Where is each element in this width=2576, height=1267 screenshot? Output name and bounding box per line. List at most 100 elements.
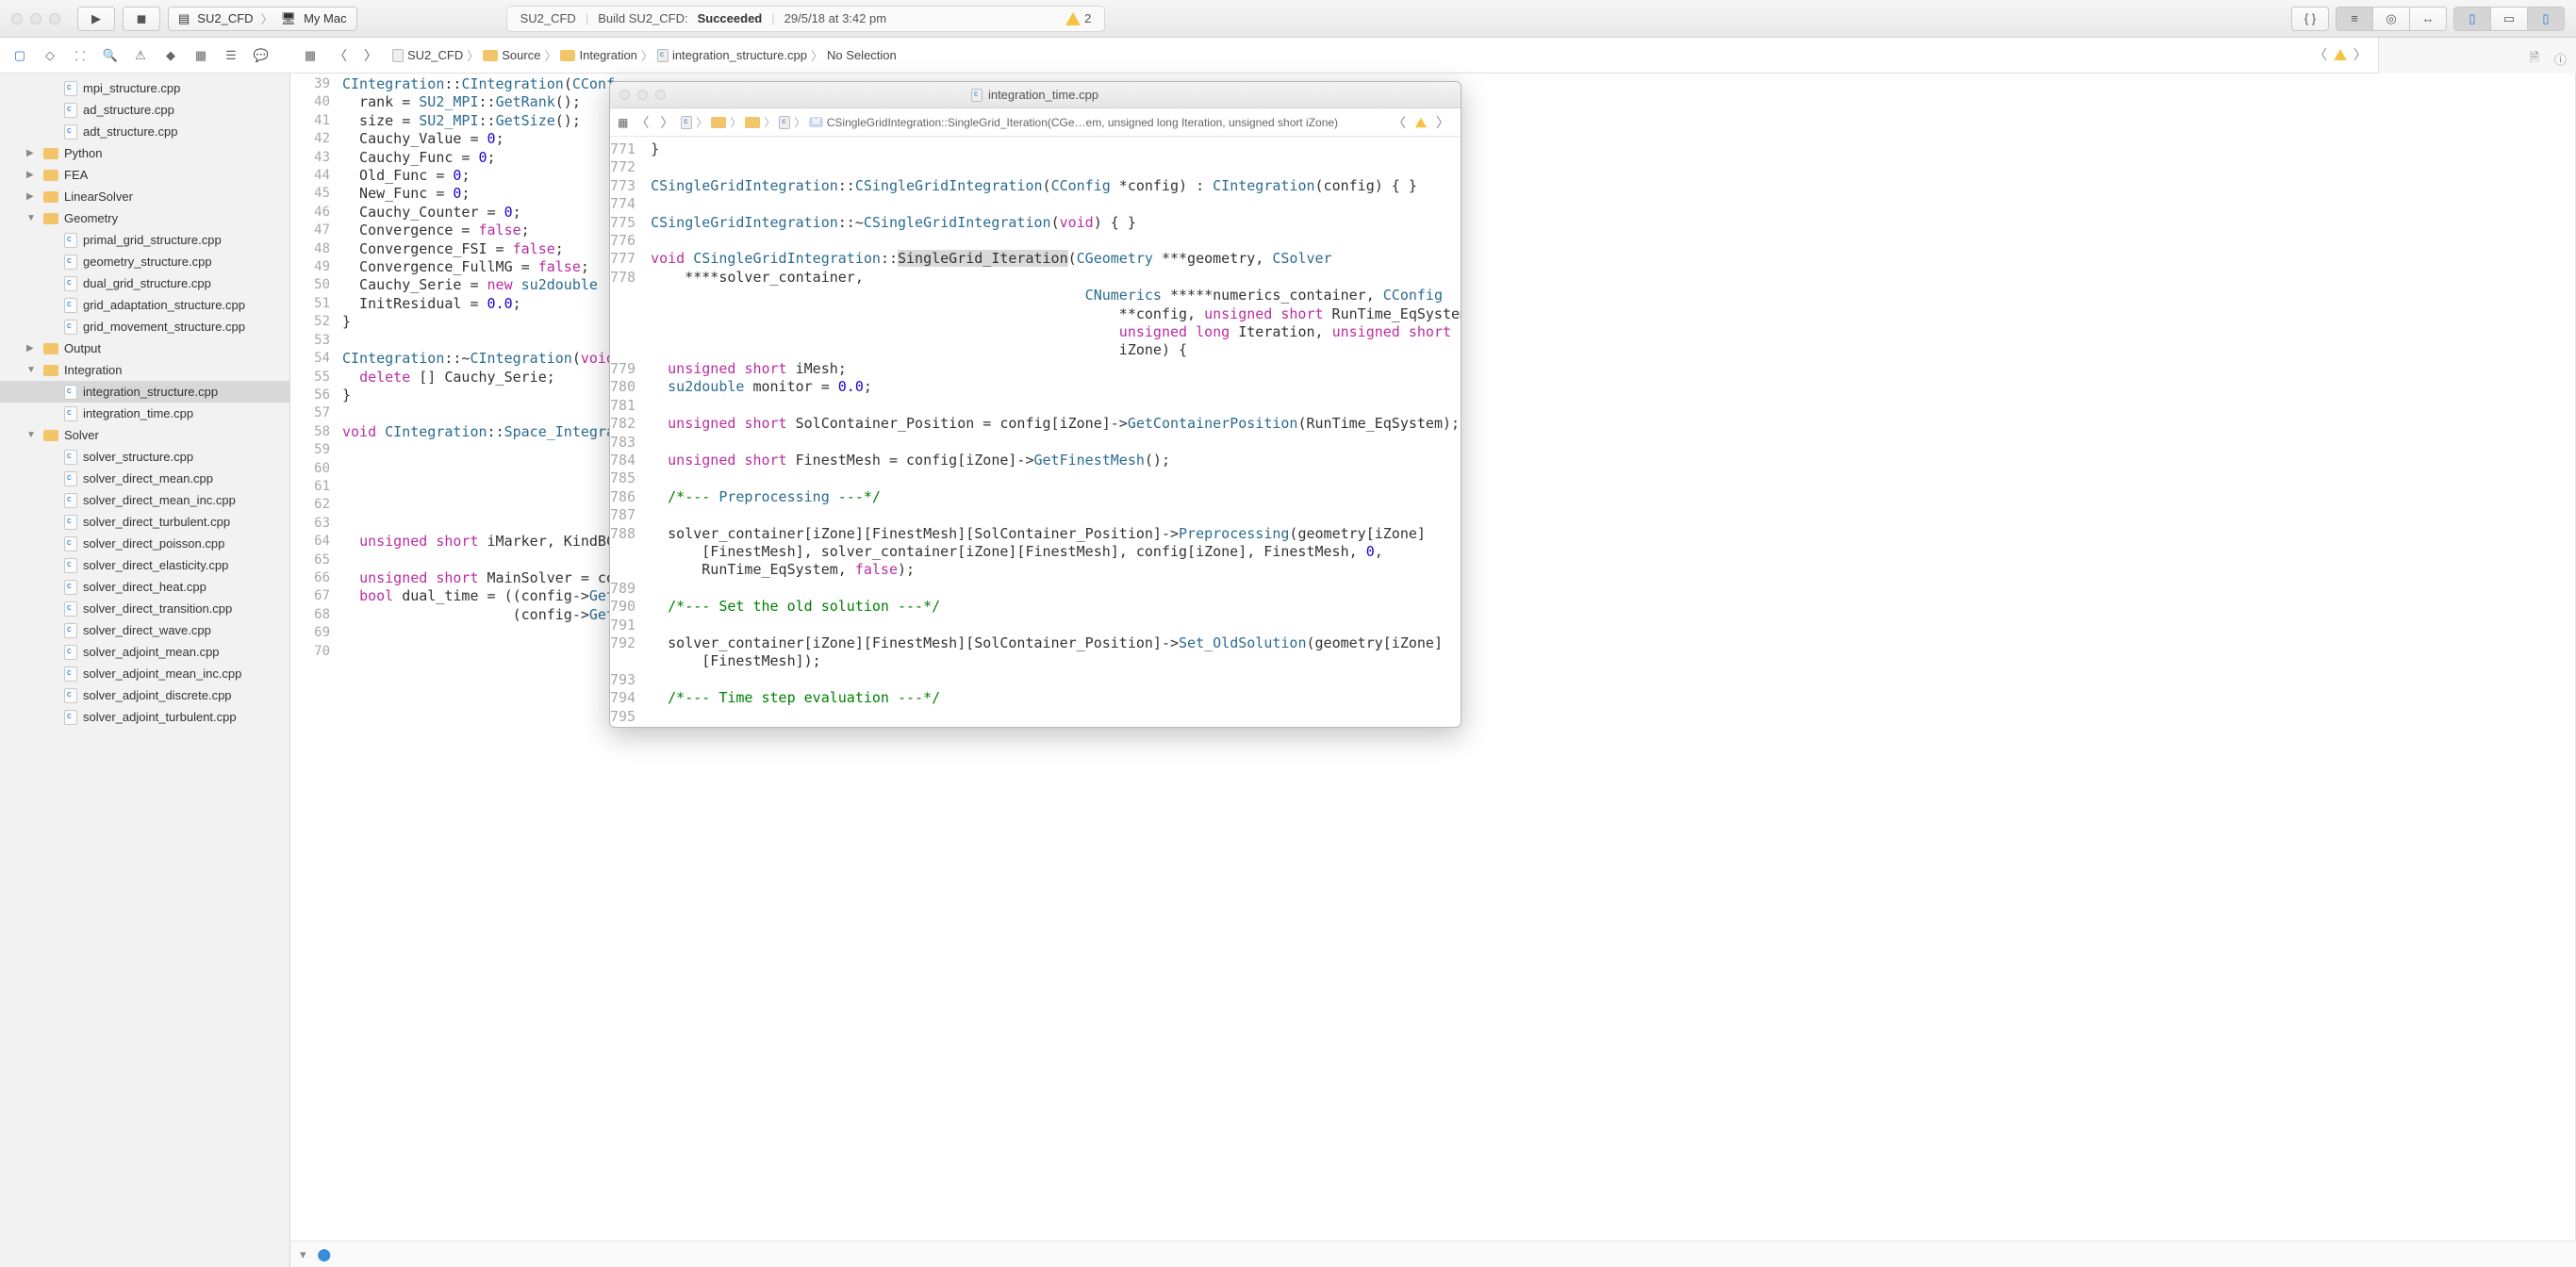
item-label: solver_adjoint_discrete.cpp	[83, 688, 232, 702]
file-row[interactable]: ad_structure.cpp	[0, 99, 289, 121]
item-label: integration_structure.cpp	[83, 385, 218, 399]
disclosure-triangle[interactable]: ▶	[26, 148, 36, 158]
file-row[interactable]: solver_direct_turbulent.cpp	[0, 511, 289, 533]
disclosure-triangle[interactable]: ▶	[26, 191, 36, 202]
related-items-icon[interactable]: ▦	[618, 116, 628, 129]
file-row[interactable]: dual_grid_structure.cpp	[0, 272, 289, 294]
folder-row[interactable]: ▶Output	[0, 337, 289, 359]
source-control-nav-icon[interactable]: ◇	[38, 43, 62, 68]
item-label: ad_structure.cpp	[83, 103, 174, 117]
filter-icon[interactable]: ▾	[300, 1247, 306, 1262]
file-icon	[64, 710, 77, 725]
file-row[interactable]: adt_structure.cpp	[0, 121, 289, 142]
warning-icon[interactable]	[2334, 49, 2347, 60]
report-nav-icon[interactable]: 💬	[249, 43, 273, 68]
file-row[interactable]: geometry_structure.cpp	[0, 251, 289, 272]
toggle-inspector-button[interactable]: ▯	[2527, 7, 2565, 31]
toggle-debug-button[interactable]: ▭	[2490, 7, 2528, 31]
folder-row[interactable]: ▼Integration	[0, 359, 289, 381]
maximize-button[interactable]	[655, 90, 666, 100]
folder-icon	[745, 117, 760, 128]
toggle-navigator-button[interactable]: ▯	[2453, 7, 2491, 31]
assistant-editor-button[interactable]: ◎	[2372, 7, 2410, 31]
debug-nav-icon[interactable]: ▦	[189, 43, 213, 68]
disclosure-triangle[interactable]: ▶	[26, 343, 36, 354]
item-label: mpi_structure.cpp	[83, 81, 180, 95]
breakpoint-nav-icon[interactable]: ☰	[219, 43, 243, 68]
file-row[interactable]: solver_adjoint_discrete.cpp	[0, 684, 289, 706]
file-row[interactable]: grid_movement_structure.cpp	[0, 316, 289, 337]
activity-status: SU2_CFD | Build SU2_CFD: Succeeded | 29/…	[506, 6, 1106, 32]
float-jump-bar[interactable]: ▦ 〈 〉 〉 〉 〉 〉 M CSingleGridIntegration::…	[610, 108, 1461, 137]
test-nav-icon[interactable]: ◆	[158, 43, 183, 68]
folder-row[interactable]: ▶FEA	[0, 164, 289, 186]
related-items-icon[interactable]: ▦	[298, 43, 322, 68]
standard-editor-button[interactable]: ≡	[2336, 7, 2373, 31]
file-row[interactable]: grid_adaptation_structure.cpp	[0, 294, 289, 316]
file-row[interactable]: solver_adjoint_mean.cpp	[0, 641, 289, 663]
folder-row[interactable]: ▼Geometry	[0, 207, 289, 229]
disclosure-triangle[interactable]: ▼	[26, 365, 36, 375]
quick-help-icon[interactable]: ⓘ	[2554, 50, 2567, 68]
project-nav-icon[interactable]: ▢	[8, 43, 32, 68]
prev-issue-button[interactable]: 〈	[1389, 113, 1410, 132]
file-inspector-icon[interactable]: 🗎	[2530, 49, 2539, 70]
file-row[interactable]: solver_structure.cpp	[0, 446, 289, 468]
stop-button[interactable]: ◼	[123, 7, 160, 31]
folder-row[interactable]: ▼Solver	[0, 424, 289, 446]
issue-nav-icon[interactable]: ⚠	[128, 43, 153, 68]
prev-issue-button[interactable]: 〈	[2310, 45, 2331, 64]
minimize-button[interactable]	[637, 90, 648, 100]
scheme-dest: My Mac	[304, 11, 347, 25]
jump-bar[interactable]: SU2_CFD 〉 Source 〉 Integration 〉 integra…	[392, 46, 897, 64]
file-row[interactable]: solver_direct_heat.cpp	[0, 576, 289, 598]
status-result: Succeeded	[698, 11, 763, 25]
close-button[interactable]	[11, 13, 23, 25]
back-button[interactable]: 〈	[328, 43, 353, 68]
run-button[interactable]: ▶	[77, 7, 115, 31]
source-editor[interactable]: } CSingleGridIntegration::CSingleGridInt…	[643, 137, 1461, 727]
find-nav-icon[interactable]: 🔍	[98, 43, 123, 68]
next-issue-button[interactable]: 〉	[1432, 113, 1453, 132]
maximize-button[interactable]	[49, 13, 60, 25]
symbol-nav-icon[interactable]: ⸬	[68, 43, 92, 68]
file-row[interactable]: integration_time.cpp	[0, 403, 289, 424]
disclosure-triangle[interactable]: ▶	[26, 170, 36, 180]
file-row[interactable]: solver_direct_transition.cpp	[0, 598, 289, 619]
minimize-button[interactable]	[30, 13, 41, 25]
file-row[interactable]: solver_direct_elasticity.cpp	[0, 554, 289, 576]
close-button[interactable]	[619, 90, 630, 100]
forward-button[interactable]: 〉	[656, 113, 677, 132]
file-row[interactable]: solver_direct_mean_inc.cpp	[0, 489, 289, 511]
folder-row[interactable]: ▶ Python	[0, 142, 289, 164]
project-navigator: mpi_structure.cpp ad_structure.cpp adt_str…	[0, 74, 290, 1267]
warning-badge[interactable]: 2	[1065, 11, 1091, 25]
disclosure-triangle[interactable]: ▼	[26, 213, 36, 223]
file-row[interactable]: solver_adjoint_mean_inc.cpp	[0, 663, 289, 684]
next-issue-button[interactable]: 〉	[2350, 45, 2370, 64]
disclosure-triangle[interactable]: ▼	[26, 430, 36, 440]
file-row[interactable]: solver_direct_wave.cpp	[0, 619, 289, 641]
item-label: solver_adjoint_mean.cpp	[83, 645, 220, 659]
editor-nav-right: 〈 〉	[2310, 45, 2370, 64]
folder-icon	[43, 148, 58, 159]
item-label: Python	[64, 146, 102, 160]
file-row[interactable]: solver_direct_mean.cpp	[0, 468, 289, 489]
code-snippets-button[interactable]: { }	[2291, 7, 2329, 31]
file-row[interactable]: integration_structure.cpp	[0, 381, 289, 403]
file-icon	[64, 493, 77, 508]
warning-icon[interactable]	[1415, 117, 1427, 127]
file-row[interactable]: solver_direct_poisson.cpp	[0, 533, 289, 554]
file-row[interactable]: solver_adjoint_turbulent.cpp	[0, 706, 289, 728]
file-row[interactable]: primal_grid_structure.cpp	[0, 229, 289, 251]
scheme-selector[interactable]: ▤ SU2_CFD 〉 🖥 My Mac	[168, 7, 357, 31]
version-editor-button[interactable]: ↔	[2409, 7, 2447, 31]
tag-icon[interactable]: ⬤	[318, 1247, 332, 1262]
forward-button[interactable]: 〉	[358, 43, 383, 68]
file-row[interactable]: mpi_structure.cpp	[0, 77, 289, 99]
back-button[interactable]: 〈	[632, 113, 652, 132]
file-icon	[64, 645, 77, 660]
file-icon	[64, 688, 77, 703]
file-icon	[64, 471, 77, 486]
folder-row[interactable]: ▶LinearSolver	[0, 186, 289, 207]
